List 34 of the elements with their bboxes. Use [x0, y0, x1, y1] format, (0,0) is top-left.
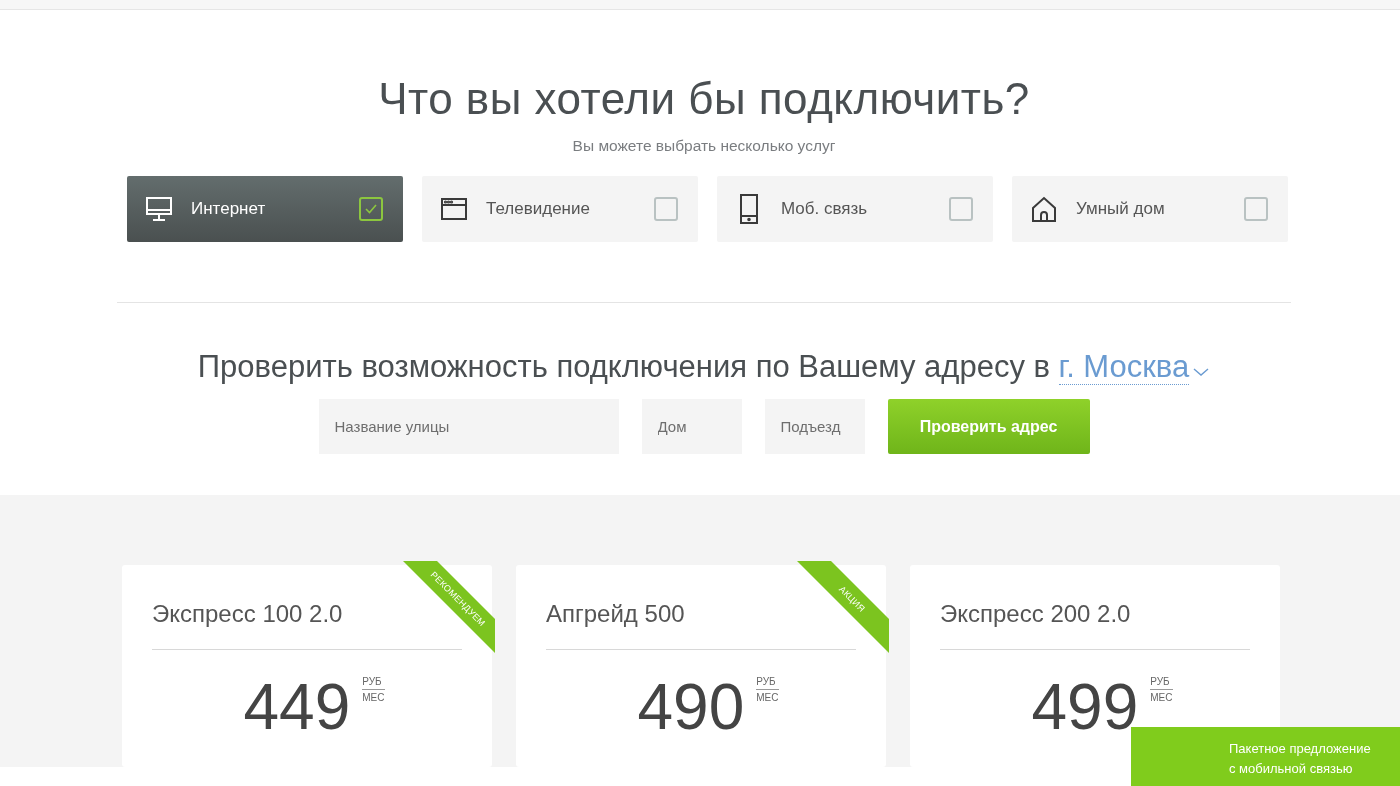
service-label: Умный дом: [1076, 199, 1166, 219]
address-check-title: Проверить возможность подключения по Вашему адресу в: [197, 349, 1051, 384]
bundle-offer-text: с мобильной связью: [1229, 760, 1354, 778]
bundle-offer-text: Пакетное предложение: [1229, 740, 1372, 758]
currency-label: РУБ: [1150, 676, 1173, 690]
checkbox[interactable]: [359, 197, 383, 221]
input-field[interactable]: Название улицы: [318, 399, 619, 454]
browser-window-icon: [440, 197, 468, 221]
service-option[interactable]: Моб. связь: [717, 176, 993, 242]
checkmark-icon: [364, 203, 378, 215]
chevron-down-icon: [1192, 367, 1211, 377]
input-field[interactable]: Подъезд: [764, 399, 865, 454]
input-field[interactable]: Дом: [641, 399, 742, 454]
house-icon: [1030, 195, 1058, 223]
price: 449: [243, 672, 351, 742]
checkbox[interactable]: [654, 197, 678, 221]
page-heading: Что вы хотели бы подключить?: [377, 73, 1031, 124]
currency-label: РУБ: [362, 676, 385, 690]
currency-label: РУБ: [756, 676, 779, 690]
monitor-icon: [145, 196, 173, 222]
service-option[interactable]: Телевидение: [422, 176, 698, 242]
checkbox[interactable]: [1244, 197, 1268, 221]
checkbox[interactable]: [949, 197, 973, 221]
period-label: МЕС: [1150, 692, 1173, 703]
service-option[interactable]: Интернет: [127, 176, 403, 242]
page-subheading: Вы можете выбрать несколько услуг: [571, 137, 837, 155]
service-label: Телевидение: [486, 199, 591, 219]
period-label: МЕС: [756, 692, 779, 703]
period-label: МЕС: [362, 692, 385, 703]
tariff-name: Экспресс 200 2.0: [940, 599, 1132, 629]
service-option[interactable]: Умный дом: [1012, 176, 1288, 242]
price: 490: [637, 672, 745, 742]
service-label: Моб. связь: [781, 199, 869, 219]
service-label: Интернет: [191, 199, 267, 219]
